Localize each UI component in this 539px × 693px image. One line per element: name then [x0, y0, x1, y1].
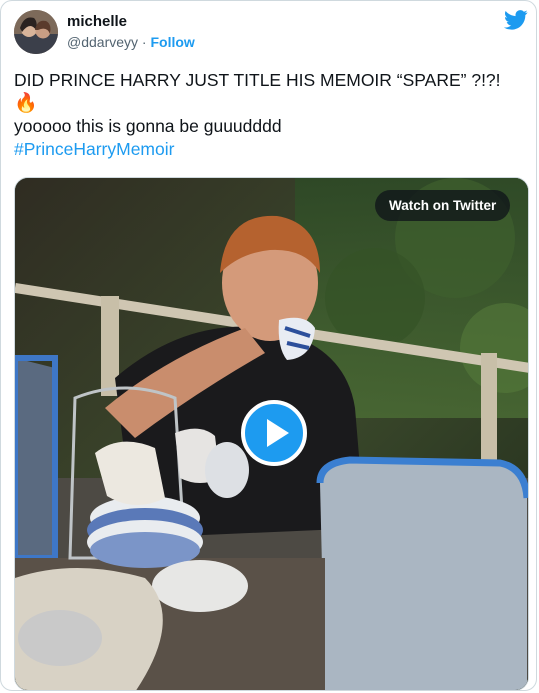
fire-emoji: 🔥	[14, 93, 38, 114]
play-icon	[267, 419, 289, 447]
tweet-line-1: DID PRINCE HARRY JUST TITLE HIS MEMOIR “…	[14, 70, 501, 90]
tweet-card[interactable]: michelle @ddarveyy · Follow DID PRINCE H…	[0, 0, 537, 691]
follow-button[interactable]: Follow	[150, 34, 194, 50]
hashtag-link[interactable]: #PrinceHarryMemoir	[14, 138, 524, 161]
tweet-line-2: yooooo this is gonna be guuudddd	[14, 116, 282, 136]
twitter-bird-icon[interactable]	[504, 9, 528, 31]
watch-on-twitter-button[interactable]: Watch on Twitter	[375, 190, 511, 221]
video-player[interactable]: Watch on Twitter	[14, 177, 529, 691]
separator-dot: ·	[141, 34, 147, 50]
tweet-text: DID PRINCE HARRY JUST TITLE HIS MEMOIR “…	[14, 69, 524, 161]
user-handle[interactable]: @ddarveyy	[67, 34, 138, 50]
display-name[interactable]: michelle	[67, 13, 127, 30]
play-button[interactable]	[241, 400, 307, 466]
user-handle-line: @ddarveyy · Follow	[67, 34, 195, 50]
avatar[interactable]	[14, 10, 58, 54]
avatar-image	[14, 10, 58, 54]
